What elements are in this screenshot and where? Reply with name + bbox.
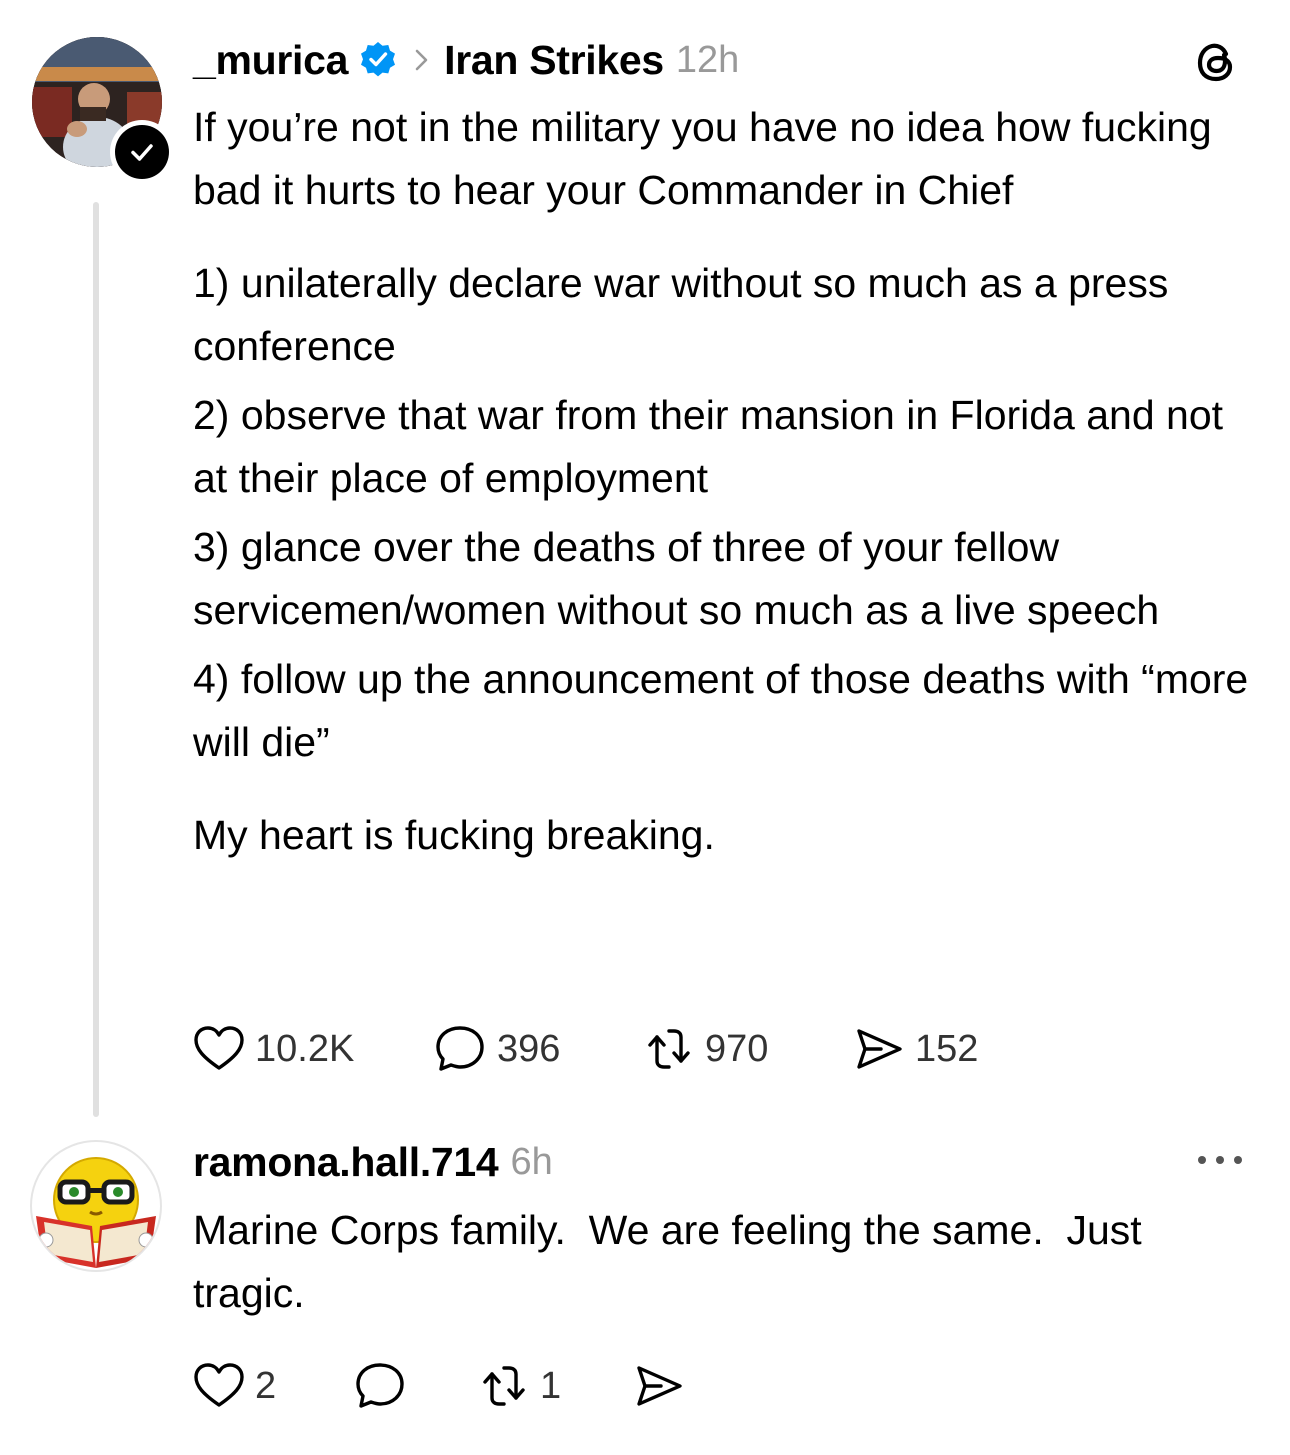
heart-icon bbox=[194, 1026, 244, 1070]
reply-button[interactable]: 396 bbox=[433, 1024, 560, 1074]
reply-timestamp: 6h bbox=[510, 1140, 553, 1183]
verified-badge-icon bbox=[361, 42, 396, 77]
post-paragraph: My heart is fucking breaking. bbox=[193, 812, 715, 858]
reply-username[interactable]: ramona.hall.714 bbox=[193, 1139, 499, 1186]
repost-icon bbox=[648, 1029, 690, 1069]
thread-connector-line bbox=[93, 202, 99, 1117]
reply-body: Marine Corps family. We are feeling the … bbox=[193, 1199, 1253, 1325]
reply-repost-button[interactable]: 1 bbox=[478, 1361, 561, 1411]
avatar-emoji-reading bbox=[36, 1157, 156, 1268]
reply-like-count: 2 bbox=[255, 1364, 277, 1407]
post-paragraph: 1) unilaterally declare war without so m… bbox=[193, 260, 1169, 369]
share-button[interactable]: 152 bbox=[853, 1024, 978, 1074]
reply-reply-button[interactable] bbox=[353, 1361, 407, 1411]
post-paragraph: If you’re not in the military you have n… bbox=[193, 104, 1212, 213]
chevron-right-icon bbox=[415, 49, 428, 71]
comment-icon bbox=[356, 1363, 404, 1408]
follow-check-icon bbox=[131, 144, 153, 161]
reply-header: ramona.hall.714 6h bbox=[193, 1132, 553, 1192]
repost-button[interactable]: 970 bbox=[643, 1024, 768, 1074]
post-paragraph: 4) follow up the announcement of those d… bbox=[193, 656, 1249, 765]
reply-author-avatar[interactable] bbox=[30, 1140, 162, 1272]
repost-icon bbox=[483, 1366, 525, 1406]
share-icon bbox=[857, 1029, 902, 1069]
following-badge bbox=[110, 120, 174, 184]
like-count: 10.2K bbox=[255, 1027, 355, 1070]
comment-icon bbox=[436, 1026, 484, 1071]
threads-logo-icon[interactable] bbox=[1192, 37, 1242, 87]
reply-like-button[interactable]: 2 bbox=[193, 1361, 276, 1411]
reply-text: Marine Corps family. We are feeling the … bbox=[193, 1207, 1154, 1316]
repost-count: 970 bbox=[705, 1027, 769, 1070]
post-paragraph: 2) observe that war from their mansion i… bbox=[193, 392, 1224, 501]
like-button[interactable]: 10.2K bbox=[193, 1024, 354, 1074]
post-timestamp: 12h bbox=[675, 38, 740, 81]
share-icon bbox=[637, 1366, 682, 1406]
reply-share-button[interactable] bbox=[633, 1361, 685, 1411]
share-count: 152 bbox=[915, 1027, 979, 1070]
heart-icon bbox=[194, 1363, 244, 1407]
post-header: _murica Iran Strikes 12h bbox=[193, 30, 739, 90]
author-username[interactable]: _murica bbox=[193, 37, 348, 84]
reply-repost-count: 1 bbox=[540, 1364, 562, 1407]
post-body: If you’re not in the military you have n… bbox=[193, 96, 1253, 867]
topic-tag[interactable]: Iran Strikes bbox=[444, 37, 664, 84]
more-icon[interactable] bbox=[1196, 1150, 1244, 1170]
post-paragraph: 3) glance over the deaths of three of yo… bbox=[193, 524, 1160, 633]
reply-count: 396 bbox=[497, 1027, 561, 1070]
